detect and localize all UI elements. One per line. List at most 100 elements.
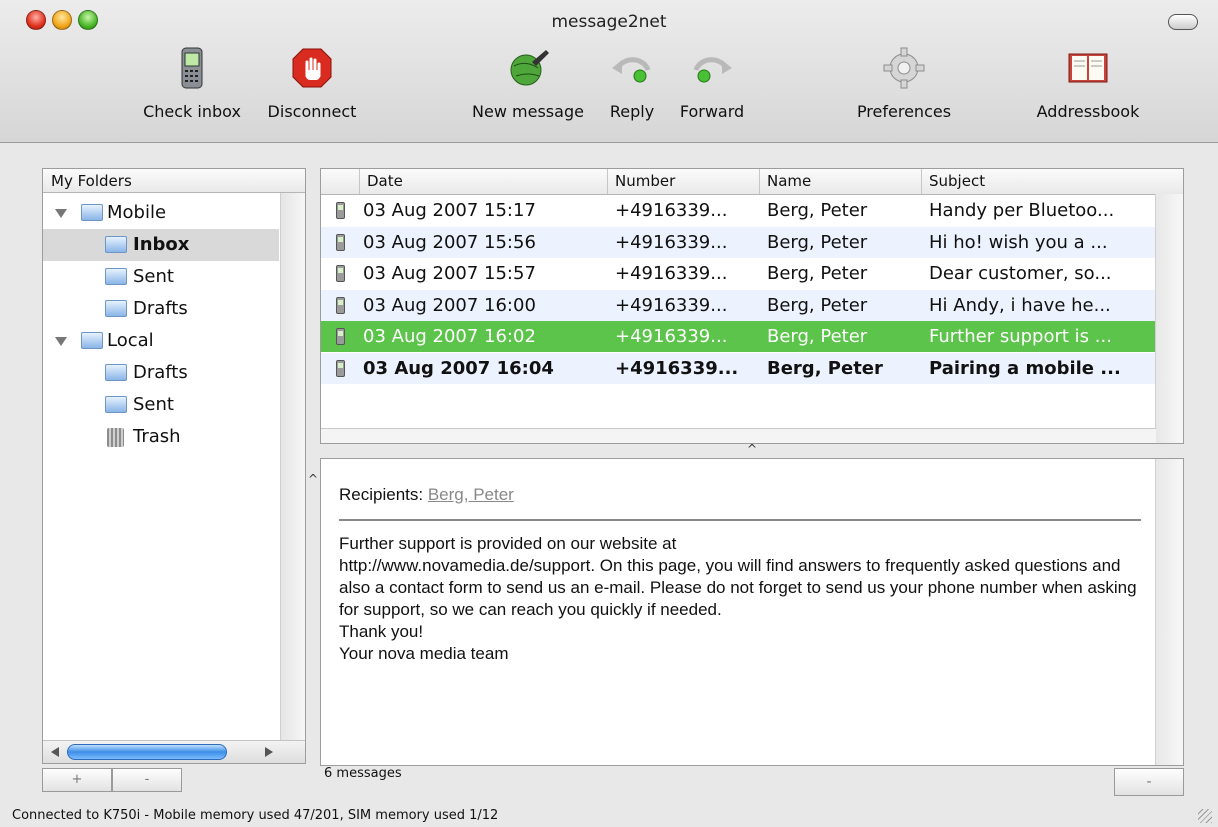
resize-handle[interactable] bbox=[1198, 809, 1212, 823]
disclosure-triangle-icon[interactable] bbox=[55, 209, 67, 218]
column-header-name[interactable]: Name bbox=[759, 169, 921, 194]
check-inbox-button[interactable]: Check inbox bbox=[136, 46, 248, 121]
folder-icon bbox=[81, 204, 103, 221]
folder-label: Local bbox=[107, 330, 154, 351]
message-list-header: Date Number Name Subject bbox=[321, 169, 1183, 195]
folder-label: Trash bbox=[133, 426, 181, 447]
folder-label: Inbox bbox=[133, 234, 190, 255]
message-number: +4916339... bbox=[615, 294, 728, 316]
folder-icon bbox=[81, 332, 103, 349]
folder-vertical-scrollbar[interactable] bbox=[280, 193, 305, 763]
scroll-thumb[interactable] bbox=[67, 744, 227, 760]
address-book-icon bbox=[1066, 46, 1110, 90]
column-header-number[interactable]: Number bbox=[607, 169, 759, 194]
message-name: Berg, Peter bbox=[767, 294, 868, 316]
message-row[interactable]: 03 Aug 2007 15:17 +4916339... Berg, Peter H… bbox=[321, 195, 1157, 226]
disclosure-triangle-icon[interactable] bbox=[55, 337, 67, 346]
message-subject: Hi ho! wish you a ... bbox=[929, 231, 1108, 253]
preferences-button[interactable]: Preferences bbox=[846, 46, 962, 121]
folder-mobile-drafts[interactable]: Drafts bbox=[43, 293, 305, 325]
folder-icon bbox=[105, 268, 127, 285]
folder-icon bbox=[105, 364, 127, 381]
folder-label: Sent bbox=[133, 266, 174, 287]
message-row[interactable]: 03 Aug 2007 16:00 +4916339... Berg, Peter H… bbox=[321, 289, 1157, 321]
message-subject: Pairing a mobile ... bbox=[929, 357, 1121, 379]
folder-label: Sent bbox=[133, 394, 174, 415]
phone-icon bbox=[336, 265, 345, 282]
message-name: Berg, Peter bbox=[767, 231, 868, 253]
stop-hand-icon bbox=[290, 46, 334, 90]
message-date: 03 Aug 2007 15:57 bbox=[363, 263, 536, 284]
reply-button[interactable]: Reply bbox=[602, 46, 662, 121]
disconnect-button[interactable]: Disconnect bbox=[262, 46, 362, 121]
column-header-icon[interactable] bbox=[321, 169, 359, 194]
message-row[interactable]: 03 Aug 2007 15:56 +4916339... Berg, Peter H… bbox=[321, 226, 1157, 258]
message-preview: Recipients: Berg, Peter Further support … bbox=[320, 458, 1184, 766]
message-number: +4916339... bbox=[615, 263, 728, 284]
message-row[interactable]: 03 Aug 2007 15:57 +4916339... Berg, Peter D… bbox=[321, 258, 1157, 289]
message-name: Berg, Peter bbox=[767, 200, 868, 221]
message-date: 03 Aug 2007 15:56 bbox=[363, 231, 536, 253]
remove-folder-button[interactable]: - bbox=[112, 768, 182, 792]
delete-message-button[interactable]: - bbox=[1114, 768, 1184, 796]
message-subject: Handy per Bluetoo... bbox=[929, 200, 1115, 221]
scroll-left-icon[interactable] bbox=[51, 747, 59, 757]
addressbook-button[interactable]: Addressbook bbox=[1026, 46, 1150, 121]
folder-label: Drafts bbox=[133, 298, 188, 319]
folder-mobile-inbox[interactable]: Inbox bbox=[43, 229, 279, 261]
collapse-caret[interactable]: ^ bbox=[308, 472, 318, 486]
pane-splitter[interactable]: ^ bbox=[320, 443, 1184, 458]
new-message-button[interactable]: New message bbox=[466, 46, 590, 121]
app-window: message2net Check inbox Disconnect New m… bbox=[0, 0, 1218, 827]
message-row[interactable]: 03 Aug 2007 16:04 +4916339... Berg, Peter P… bbox=[321, 352, 1157, 384]
message-subject: Further support is ... bbox=[929, 326, 1112, 347]
phone-icon bbox=[336, 233, 345, 251]
column-header-subject[interactable]: Subject bbox=[921, 169, 1157, 194]
add-folder-button[interactable]: + bbox=[42, 768, 112, 792]
recipient-link[interactable]: Berg, Peter bbox=[428, 485, 514, 504]
folder-local[interactable]: Local bbox=[43, 325, 305, 357]
phone-icon bbox=[336, 359, 345, 377]
message-count: 6 messages bbox=[324, 766, 402, 781]
message-body: Further support is provided on our websi… bbox=[339, 534, 1137, 663]
forward-button[interactable]: Forward bbox=[672, 46, 752, 121]
message-name: Berg, Peter bbox=[767, 326, 868, 347]
folder-local-sent[interactable]: Sent bbox=[43, 389, 305, 421]
window-title: message2net bbox=[551, 12, 667, 32]
column-header-date[interactable]: Date bbox=[359, 169, 607, 194]
preferences-label: Preferences bbox=[856, 102, 952, 121]
message-date: 03 Aug 2007 16:00 bbox=[363, 294, 536, 316]
folder-local-trash[interactable]: Trash bbox=[43, 421, 305, 453]
folder-label: Mobile bbox=[107, 202, 167, 223]
globe-pen-icon bbox=[506, 46, 550, 90]
divider bbox=[339, 519, 1141, 521]
folder-icon bbox=[105, 300, 127, 317]
folder-icon bbox=[105, 396, 127, 413]
addressbook-label: Addressbook bbox=[1036, 102, 1140, 121]
phone-icon bbox=[336, 202, 345, 219]
message-list-scrollbar[interactable] bbox=[1155, 194, 1183, 443]
recipients-line: Recipients: Berg, Peter bbox=[339, 485, 514, 505]
preview-scrollbar[interactable] bbox=[1155, 459, 1183, 765]
folder-mobile[interactable]: Mobile bbox=[43, 197, 305, 229]
scroll-right-icon[interactable] bbox=[265, 747, 273, 757]
message-name: Berg, Peter bbox=[767, 263, 868, 284]
phone-icon bbox=[336, 296, 345, 314]
folder-mobile-sent[interactable]: Sent bbox=[43, 261, 305, 293]
folder-pane: My Folders Mobile Inbox Sent Drafts Loca… bbox=[42, 168, 306, 764]
message-number: +4916339... bbox=[615, 357, 739, 379]
message-list: Date Number Name Subject 03 Aug 2007 15:… bbox=[320, 168, 1184, 444]
folder-horizontal-scrollbar[interactable] bbox=[43, 740, 305, 763]
reply-label: Reply bbox=[609, 102, 655, 121]
folder-label: Drafts bbox=[133, 362, 188, 383]
cell-phone-icon bbox=[170, 46, 214, 90]
toolbar-toggle-button[interactable] bbox=[1168, 14, 1198, 30]
message-number: +4916339... bbox=[615, 200, 728, 221]
new-message-label: New message bbox=[472, 102, 584, 121]
message-subject: Dear customer, so... bbox=[929, 263, 1112, 284]
toolbar: message2net Check inbox Disconnect New m… bbox=[0, 0, 1218, 143]
folder-local-drafts[interactable]: Drafts bbox=[43, 357, 305, 389]
trash-icon bbox=[107, 428, 124, 447]
message-subject: Hi Andy, i have he... bbox=[929, 294, 1111, 316]
message-row[interactable]: 03 Aug 2007 16:02 +4916339... Berg, Peter F… bbox=[321, 321, 1157, 352]
